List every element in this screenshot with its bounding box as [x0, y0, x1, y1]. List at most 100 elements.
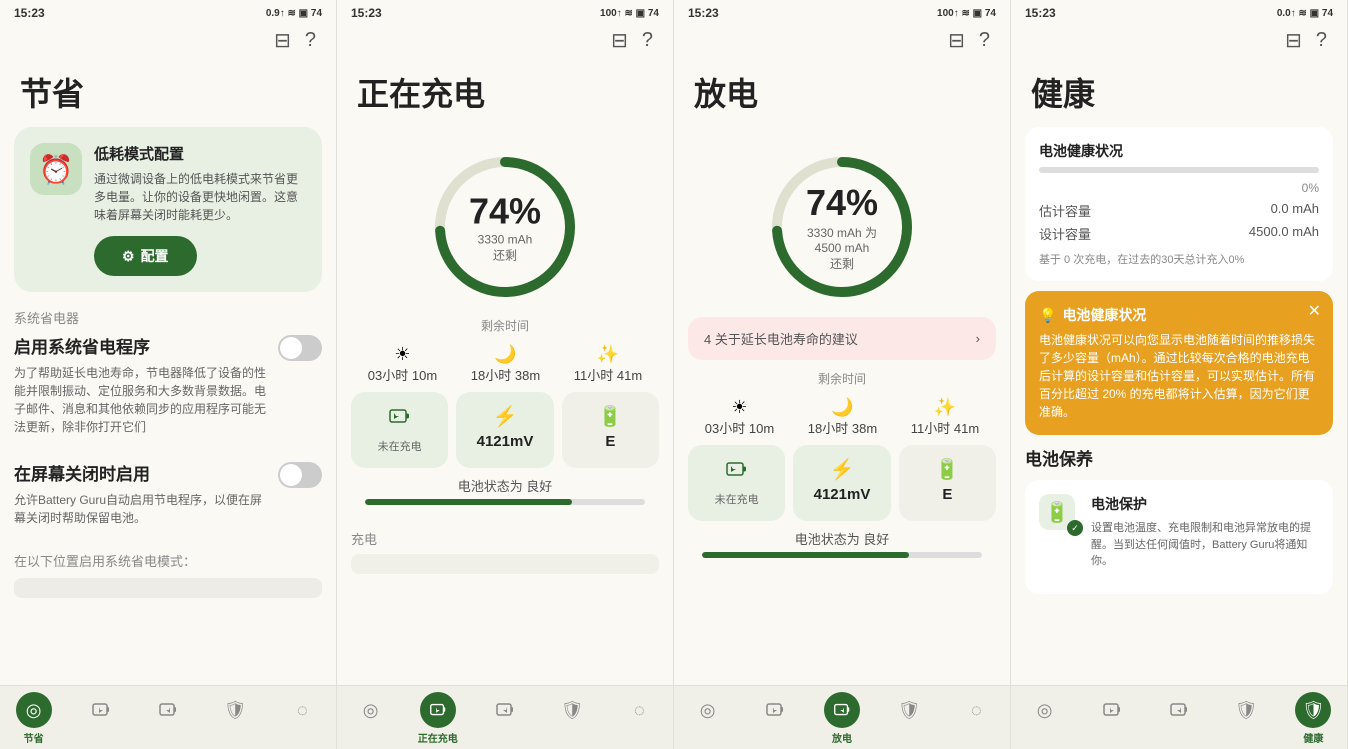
nav-discharge-1[interactable] — [134, 692, 201, 745]
nav-shield-3[interactable]: 🛡 — [876, 692, 943, 745]
bottom-nav-3: ◎ 放电 🛡 ◌ — [674, 685, 1010, 749]
stat-label-1: 估计容量 — [1039, 201, 1091, 220]
help-icon-3[interactable]: ? — [979, 29, 990, 52]
nav-circle-3[interactable]: ◌ — [943, 692, 1010, 745]
help-icon-2[interactable]: ? — [642, 29, 653, 52]
filter-icon-4[interactable]: ⊟ — [1285, 28, 1302, 53]
nav-charge-3[interactable] — [741, 692, 808, 745]
protection-desc: 设置电池温度、充电限制和电池异常放电的提醒。当到达任何阈值时，Battery G… — [1091, 520, 1319, 570]
nav-charge-1[interactable] — [67, 692, 134, 745]
status-icons-1: 0.9↑ ≋ ▣ 74 — [266, 8, 322, 19]
nav-health-4[interactable]: 🛡 健康 — [1280, 692, 1347, 745]
nav-charge-2[interactable]: 正在充电 — [404, 692, 471, 745]
nav-icon-discharge-2 — [487, 692, 523, 728]
banner-text: 4 关于延长电池寿命的建议 — [704, 329, 858, 348]
status-label-3: 电池状态为 良好 — [688, 529, 996, 548]
circle-label-2: 还剩 — [469, 247, 541, 264]
progress-container-3 — [702, 552, 982, 558]
bulb-icon: 💡 — [1039, 307, 1056, 324]
time-item-1-2: ☀ 03小时 10m — [368, 344, 437, 384]
time-1: 15:23 — [14, 6, 45, 20]
toggle-1[interactable] — [278, 335, 322, 361]
filter-icon-2[interactable]: ⊟ — [611, 28, 628, 53]
nav-charge-4[interactable] — [1078, 692, 1145, 745]
nav-shield-2[interactable]: 🛡 — [539, 692, 606, 745]
time-val-3-3: 11小时 41m — [911, 418, 979, 437]
filter-icon-1[interactable]: ⊟ — [274, 28, 291, 53]
nav-circle-1[interactable]: ◌ — [269, 692, 336, 745]
circle-percent-3: 74% — [802, 182, 882, 224]
info-card-3-3: 🔋 E — [899, 445, 996, 521]
battery-circle-2: 74% 3330 mAh 还剩 — [425, 147, 585, 307]
scroll-hint-2 — [351, 554, 659, 574]
charging-icon-2 — [363, 404, 436, 434]
progress-container-2 — [365, 499, 645, 505]
info-cards-3: 未在充电 ⚡ 4121mV 🔋 E — [688, 445, 996, 521]
close-orange-button[interactable]: ✕ — [1308, 301, 1321, 321]
sparkle-icon-3: ✨ — [911, 397, 979, 418]
nav-save-2[interactable]: ◎ — [337, 692, 404, 745]
not-charging-label-2: 未在充电 — [363, 438, 436, 454]
protection-check-icon: ✓ — [1067, 520, 1083, 536]
nav-discharge-4[interactable] — [1145, 692, 1212, 745]
nav-save[interactable]: ◎ 节省 — [0, 692, 67, 745]
help-icon-1[interactable]: ? — [305, 29, 316, 52]
nav-icon-discharge-4 — [1161, 692, 1197, 728]
nav-discharge-3[interactable]: 放电 — [808, 692, 875, 745]
battery-dim-val-2: E — [574, 433, 647, 450]
time-val-1-3: 03小时 10m — [705, 418, 774, 437]
config-button[interactable]: ⚙ 配置 — [94, 236, 197, 276]
nav-icon-shield-1: 🛡 — [217, 692, 253, 728]
nav-icon-circle-3: ◌ — [958, 692, 994, 728]
low-power-desc: 通过微调设备上的低电耗模式来节省更多电量。让你的设备更快地闲置。这意味着屏幕关闭… — [94, 170, 306, 224]
banner-arrow: › — [976, 331, 980, 346]
voltage-icon-3: ⚡ — [805, 457, 878, 482]
status-bar-2: 15:23 100↑ ≋ ▣ 74 — [337, 0, 673, 24]
maintenance-title: 电池保养 — [1025, 445, 1333, 470]
circle-mah-2: 3330 mAh — [469, 233, 541, 247]
help-icon-4[interactable]: ? — [1316, 29, 1327, 52]
status-bar-3: 15:23 100↑ ≋ ▣ 74 — [674, 0, 1010, 24]
nav-icon-health-active-4: 🛡 — [1295, 692, 1331, 728]
nav-save-4[interactable]: ◎ — [1011, 692, 1078, 745]
orange-health-card: ✕ 💡 电池健康状况 电池健康状况可以向您显示电池随着时间的推移损失了多少容量（… — [1025, 291, 1333, 435]
nav-shield-4[interactable]: 🛡 — [1213, 692, 1280, 745]
content-2: 74% 3330 mAh 还剩 剩余时间 ☀ 03小时 10m 🌙 18小时 3… — [337, 127, 673, 685]
filter-icon-3[interactable]: ⊟ — [948, 28, 965, 53]
nav-icon-charge-4 — [1094, 692, 1130, 728]
nav-label-discharge-active-3: 放电 — [832, 730, 852, 745]
nav-circle-2[interactable]: ◌ — [606, 692, 673, 745]
nav-discharge-2[interactable] — [471, 692, 538, 745]
nav-icon-shield-2: 🛡 — [554, 692, 590, 728]
scroll-hint-1 — [14, 578, 322, 598]
battery-circle-container-3: 74% 3330 mAh 为 4500 mAh 还剩 — [688, 147, 996, 307]
toggle-2[interactable] — [278, 462, 322, 488]
stat-val-2: 4500.0 mAh — [1249, 224, 1319, 243]
nav-icon-discharge-1 — [150, 692, 186, 728]
time-val-2-2: 18小时 38m — [471, 365, 540, 384]
moon-icon-2: 🌙 — [471, 344, 540, 365]
info-card-2-2: ⚡ 4121mV — [456, 392, 553, 468]
nav-icon-circle-1: ◌ — [284, 692, 320, 728]
gear-icon: ⚙ — [122, 248, 135, 265]
voltage-icon-2: ⚡ — [468, 404, 541, 429]
discharge-banner[interactable]: 4 关于延长电池寿命的建议 › — [688, 317, 996, 360]
nav-shield-1[interactable]: 🛡 — [202, 692, 269, 745]
stat-row-2: 设计容量 4500.0 mAh — [1039, 224, 1319, 243]
bottom-nav-4: ◎ 🛡 🛡 健康 — [1011, 685, 1347, 749]
nav-save-3[interactable]: ◎ — [674, 692, 741, 745]
page-title-2: 正在充电 — [337, 61, 673, 127]
nav-icon-circle-2: ◌ — [621, 692, 657, 728]
time-val-1-2: 03小时 10m — [368, 365, 437, 384]
panel-health: 15:23 0.0↑ ≋ ▣ 74 ⊟ ? 健康 电池健康状况 0% 估计容量 … — [1011, 0, 1348, 749]
protection-text: 电池保护 设置电池温度、充电限制和电池异常放电的提醒。当到达任何阈值时，Batt… — [1091, 494, 1319, 580]
toolbar-3: ⊟ ? — [674, 24, 1010, 61]
page-title-4: 健康 — [1011, 61, 1347, 127]
info-card-2-3: ⚡ 4121mV — [793, 445, 890, 521]
time-4: 15:23 — [1025, 6, 1056, 20]
protection-icon-container: 🔋 ✓ — [1039, 494, 1079, 534]
stat-row-1: 估计容量 0.0 mAh — [1039, 201, 1319, 220]
time-label-3: 剩余时间 — [688, 370, 996, 387]
low-power-card: ⏰ 低耗模式配置 通过微调设备上的低电耗模式来节省更多电量。让你的设备更快地闲置… — [14, 127, 322, 292]
voltage-val-3: 4121mV — [805, 486, 878, 503]
